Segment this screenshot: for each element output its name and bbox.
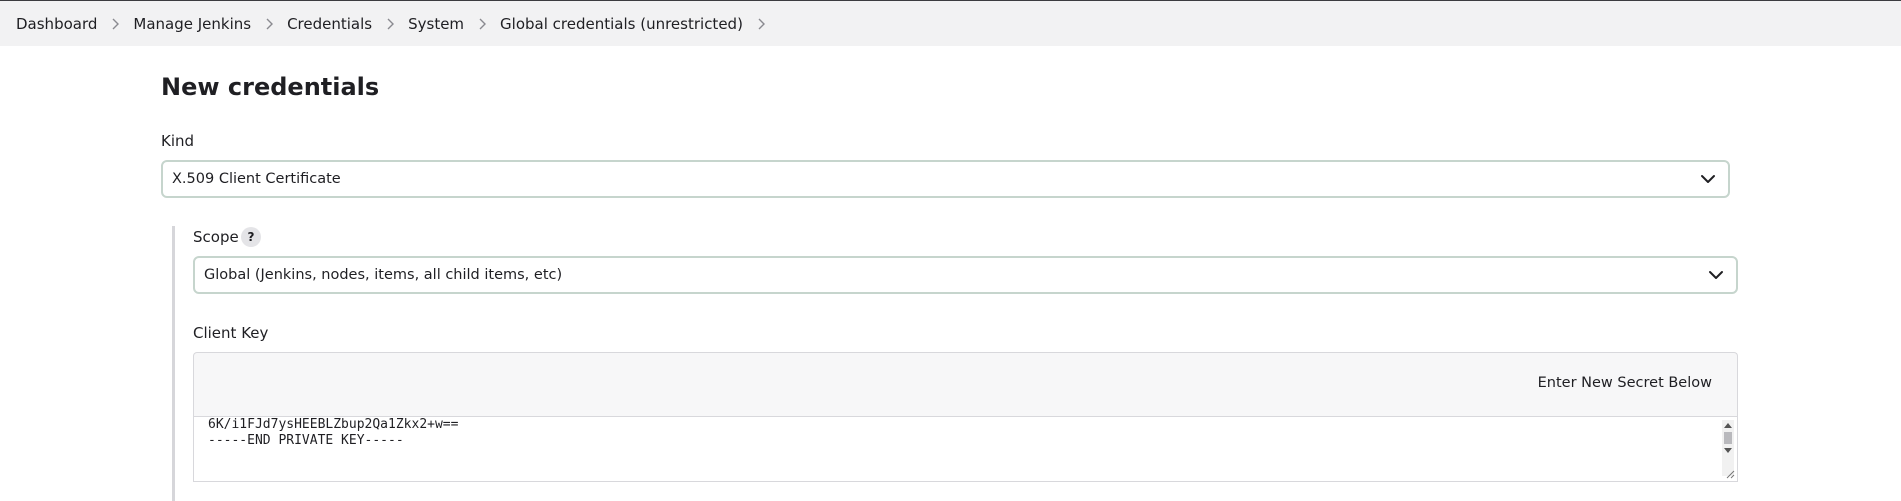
enter-new-secret-button[interactable]: Enter New Secret Below	[1538, 375, 1712, 391]
breadcrumb-global-credentials[interactable]: Global credentials (unrestricted)	[500, 15, 743, 33]
client-key-line: 6K/i1FJd7ysHEEBLZbup2Qa1Zkx2+w==	[208, 417, 459, 432]
scroll-down-arrow-icon[interactable]	[1722, 446, 1734, 456]
breadcrumb-manage-jenkins[interactable]: Manage Jenkins	[133, 15, 251, 33]
chevron-right-icon	[464, 18, 500, 30]
chevron-right-icon	[251, 18, 287, 30]
client-key-textarea[interactable]: 6K/i1FJd7ysHEEBLZbup2Qa1Zkx2+w== -----EN…	[193, 416, 1738, 482]
scope-select[interactable]: Global (Jenkins, nodes, items, all child…	[193, 256, 1738, 294]
textarea-scrollbar[interactable]	[1722, 420, 1734, 476]
client-key-text: 6K/i1FJd7ysHEEBLZbup2Qa1Zkx2+w== -----EN…	[208, 417, 458, 449]
scroll-up-arrow-icon[interactable]	[1722, 420, 1734, 430]
chevron-right-icon	[372, 18, 408, 30]
page-title: New credentials	[161, 73, 380, 101]
breadcrumb-dashboard[interactable]: Dashboard	[16, 15, 97, 33]
scope-label: Scope	[193, 228, 239, 246]
nested-section-indicator	[172, 226, 175, 501]
resize-grip-icon[interactable]	[1725, 469, 1735, 479]
client-key-label: Client Key	[193, 324, 269, 342]
kind-select[interactable]: X.509 Client Certificate	[161, 160, 1730, 198]
chevron-right-icon[interactable]	[743, 18, 779, 30]
chevron-down-icon	[1709, 271, 1723, 279]
help-icon[interactable]: ?	[241, 227, 261, 247]
chevron-right-icon	[97, 18, 133, 30]
secret-panel: Enter New Secret Below	[193, 352, 1738, 416]
client-key-line: -----END PRIVATE KEY-----	[208, 433, 404, 448]
chevron-down-icon	[1701, 175, 1715, 183]
breadcrumb-system[interactable]: System	[408, 15, 464, 33]
scope-select-value: Global (Jenkins, nodes, items, all child…	[204, 267, 563, 283]
kind-select-value: X.509 Client Certificate	[172, 171, 341, 187]
breadcrumb: Dashboard Manage Jenkins Credentials Sys…	[0, 0, 1901, 46]
kind-label: Kind	[161, 132, 195, 150]
breadcrumb-credentials[interactable]: Credentials	[287, 15, 372, 33]
scroll-thumb[interactable]	[1724, 432, 1732, 444]
